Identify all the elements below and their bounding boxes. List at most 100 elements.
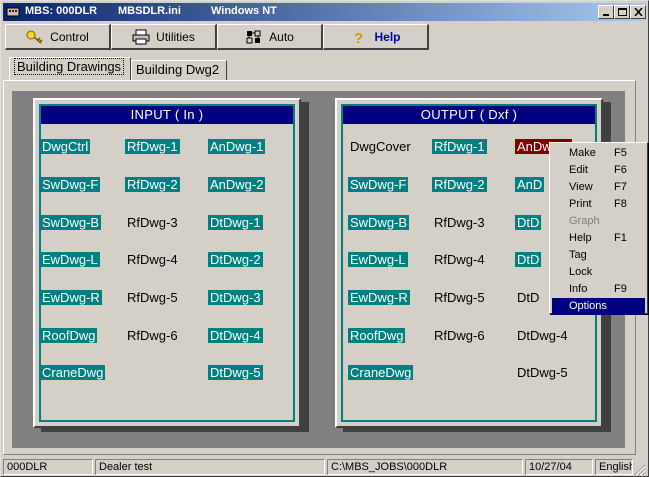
input-drawing-cell[interactable]: DtDwg-1 bbox=[208, 215, 263, 230]
menu-item-label: Edit bbox=[569, 164, 588, 176]
output-drawing-cell[interactable]: EwDwg-R bbox=[348, 290, 410, 305]
utilities-label: Utilities bbox=[156, 29, 195, 44]
input-drawing-cell[interactable]: CraneDwg bbox=[40, 365, 106, 380]
output-drawing-cell[interactable]: RfDwg-6 bbox=[432, 328, 487, 343]
status-description: Dealer test bbox=[95, 459, 325, 475]
input-title: INPUT ( In ) bbox=[41, 106, 293, 124]
close-icon bbox=[633, 8, 643, 16]
output-drawing-cell[interactable]: DtDwg-4 bbox=[515, 328, 570, 343]
menu-item-graph: Graph bbox=[552, 213, 645, 230]
toolbar: Control Utilities Auto ? Help bbox=[3, 22, 636, 52]
menu-item-shortcut: F9 bbox=[614, 283, 627, 295]
control-button[interactable]: Control bbox=[5, 24, 111, 50]
output-drawing-cell[interactable]: AnD bbox=[515, 177, 545, 192]
output-drawing-cell[interactable]: RfDwg-1 bbox=[432, 139, 487, 154]
menu-item-shortcut: F7 bbox=[614, 181, 627, 193]
tab-label: Building Dwg2 bbox=[136, 62, 220, 77]
output-drawing-cell[interactable]: SwDwg-F bbox=[348, 177, 409, 192]
app-icon bbox=[6, 7, 20, 17]
input-drawing-cell[interactable]: DtDwg-3 bbox=[208, 290, 263, 305]
help-label: Help bbox=[374, 29, 401, 44]
app-window: MBS: 000DLR MBSDLR.ini Windows NT Contro… bbox=[0, 0, 649, 477]
minimize-icon bbox=[602, 14, 609, 16]
status-job: 000DLR bbox=[3, 459, 93, 475]
auto-label: Auto bbox=[269, 29, 294, 44]
input-drawing-cell[interactable]: DtDwg-5 bbox=[208, 365, 263, 380]
status-bar: 000DLR Dealer test C:\MBS_JOBS\000DLR 10… bbox=[3, 458, 646, 476]
menu-item-label: Help bbox=[569, 232, 592, 244]
minimize-button[interactable] bbox=[598, 5, 614, 19]
menu-item-options[interactable]: Options bbox=[552, 298, 645, 315]
maximize-icon bbox=[617, 8, 627, 16]
tab-building-drawings[interactable]: Building Drawings bbox=[9, 57, 131, 80]
maximize-button[interactable] bbox=[614, 5, 630, 19]
auto-button[interactable]: Auto bbox=[217, 24, 323, 50]
close-button[interactable] bbox=[630, 5, 646, 19]
output-drawing-cell[interactable]: DtD bbox=[515, 290, 541, 305]
tab-building-dwg2[interactable]: Building Dwg2 bbox=[131, 60, 227, 80]
output-drawing-cell[interactable]: RoofDwg bbox=[348, 328, 406, 343]
tab-label: Building Drawings bbox=[14, 58, 125, 75]
title-app: MBS: 000DLR bbox=[25, 5, 98, 17]
menu-item-shortcut: F6 bbox=[614, 164, 627, 176]
input-drawing-cell[interactable]: AnDwg-2 bbox=[208, 177, 266, 192]
menu-item-info[interactable]: Info F9 bbox=[552, 281, 645, 298]
menu-item-tag[interactable]: Tag bbox=[552, 247, 645, 264]
output-drawing-cell[interactable]: SwDwg-B bbox=[348, 215, 410, 230]
printer-icon bbox=[132, 29, 150, 44]
input-drawing-cell[interactable]: DtDwg-2 bbox=[208, 252, 263, 267]
output-drawing-cell[interactable]: RfDwg-2 bbox=[432, 177, 487, 192]
output-drawing-cell[interactable]: RfDwg-3 bbox=[432, 215, 487, 230]
menu-item-label: Options bbox=[569, 300, 607, 312]
input-drawing-cell[interactable]: RfDwg-3 bbox=[125, 215, 180, 230]
utilities-button[interactable]: Utilities bbox=[111, 24, 217, 50]
input-drawing-cell[interactable]: EwDwg-R bbox=[40, 290, 102, 305]
menu-item-edit[interactable]: Edit F6 bbox=[552, 162, 645, 179]
menu-item-lock[interactable]: Lock bbox=[552, 264, 645, 281]
input-drawing-cell[interactable]: DwgCtrl bbox=[40, 139, 91, 154]
output-drawing-cell[interactable]: DtD bbox=[515, 252, 542, 267]
menu-item-shortcut: F5 bbox=[614, 147, 627, 159]
menu-item-make[interactable]: Make F5 bbox=[552, 145, 645, 162]
input-drawing-cell[interactable]: RfDwg-5 bbox=[125, 290, 180, 305]
input-drawing-cell[interactable]: RfDwg-2 bbox=[125, 177, 180, 192]
question-icon: ? bbox=[354, 30, 363, 45]
input-drawing-cell[interactable]: SwDwg-B bbox=[40, 215, 102, 230]
input-drawing-cell[interactable]: SwDwg-F bbox=[40, 177, 101, 192]
output-drawing-cell[interactable]: DtDwg-5 bbox=[515, 365, 570, 380]
title-ini: MBSDLR.ini bbox=[118, 5, 181, 17]
menu-item-view[interactable]: View F7 bbox=[552, 179, 645, 196]
main-panel: INPUT ( In ) DwgCtrl SwDwg-F SwDwg-B EwDwg-… bbox=[3, 80, 636, 455]
input-drawing-cell[interactable]: RoofDwg bbox=[40, 328, 98, 343]
status-date: 10/27/04 bbox=[525, 459, 593, 475]
output-drawing-cell[interactable]: DtD bbox=[515, 215, 542, 230]
drawing-area: INPUT ( In ) DwgCtrl SwDwg-F SwDwg-B EwDwg-… bbox=[12, 91, 625, 448]
control-label: Control bbox=[50, 29, 89, 44]
output-drawing-cell[interactable]: EwDwg-L bbox=[348, 252, 408, 267]
output-drawing-cell[interactable]: DwgCover bbox=[348, 139, 413, 154]
input-drawing-cell[interactable]: RfDwg-6 bbox=[125, 328, 180, 343]
menu-item-label: Tag bbox=[569, 249, 587, 261]
svg-text:?: ? bbox=[354, 30, 363, 45]
resize-grip-icon[interactable] bbox=[634, 464, 646, 476]
input-drawing-cell[interactable]: DtDwg-4 bbox=[208, 328, 263, 343]
input-drawing-cell[interactable]: RfDwg-4 bbox=[125, 252, 180, 267]
status-language: English bbox=[595, 459, 633, 475]
menu-item-label: Make bbox=[569, 147, 596, 159]
menu-item-print[interactable]: Print F8 bbox=[552, 196, 645, 213]
menu-item-help[interactable]: Help F1 bbox=[552, 230, 645, 247]
title-bar[interactable]: MBS: 000DLR MBSDLR.ini Windows NT bbox=[3, 3, 646, 21]
context-menu: Make F5 Edit F6 View F7 Print F8 Graph Help F1 Tag L… bbox=[549, 142, 648, 315]
input-drawing-cell[interactable]: EwDwg-L bbox=[40, 252, 100, 267]
menu-item-shortcut: F1 bbox=[614, 232, 627, 244]
input-drawing-cell[interactable]: AnDwg-1 bbox=[208, 139, 266, 154]
menu-item-shortcut: F8 bbox=[614, 198, 627, 210]
output-drawing-cell[interactable]: RfDwg-5 bbox=[432, 290, 487, 305]
input-drawing-cell[interactable]: RfDwg-1 bbox=[125, 139, 180, 154]
output-drawing-cell[interactable]: RfDwg-4 bbox=[432, 252, 487, 267]
menu-item-label: Graph bbox=[569, 215, 600, 227]
output-drawing-cell[interactable]: CraneDwg bbox=[348, 365, 414, 380]
status-path: C:\MBS_JOBS\000DLR bbox=[327, 459, 523, 475]
menu-item-label: Print bbox=[569, 198, 592, 210]
help-button[interactable]: ? Help bbox=[323, 24, 429, 50]
